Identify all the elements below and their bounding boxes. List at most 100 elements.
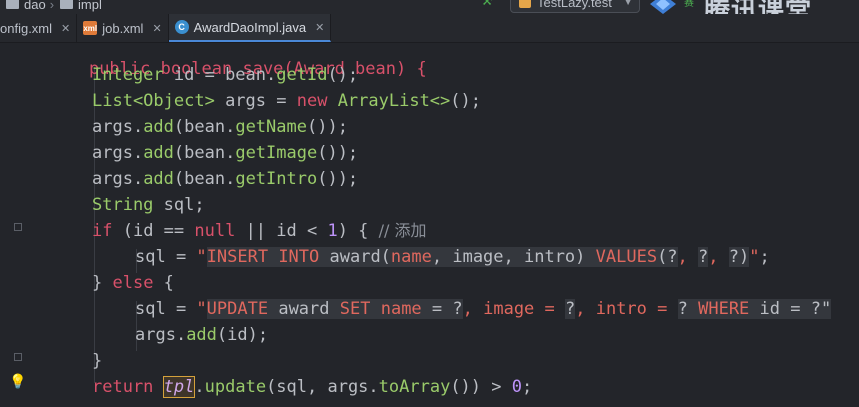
run-configuration-selector[interactable]: TestLazy.test ▼: [510, 0, 640, 13]
code-token-sql-keyword: INSERT INTO: [206, 247, 320, 267]
code-token-string: ": [749, 247, 760, 267]
code-token-keyword: else: [112, 273, 154, 293]
code-token-method: getIntro: [235, 169, 318, 189]
code-token-sql-keyword: UPDATE: [206, 299, 269, 319]
code-token: ();: [450, 91, 481, 111]
code-token: ();: [327, 65, 359, 85]
breadcrumb-separator: ›: [49, 0, 55, 12]
navigation-bar: dao › impl ⚒ TestLazy.test ▼ 赛 腾讯课堂: [0, 0, 859, 14]
code-token: (id);: [216, 325, 269, 345]
code-line: String sql;: [92, 192, 205, 218]
code-token-sql: ?: [565, 299, 576, 319]
code-token: ());: [317, 169, 359, 189]
code-line: List<Object> args = new ArrayList<>();: [92, 88, 481, 114]
code-token: ) {: [337, 221, 379, 241]
code-token-sql: [687, 299, 699, 319]
fold-marker-icon[interactable]: [14, 223, 22, 231]
code-token-method: getName: [235, 117, 307, 137]
breadcrumb-impl[interactable]: impl: [78, 0, 102, 12]
breadcrumb: dao › impl: [0, 0, 102, 13]
code-token-sql: ?: [452, 299, 463, 319]
code-token-type: String: [92, 195, 154, 215]
code-token-method: update: [204, 377, 267, 397]
code-token-sql: =: [421, 299, 453, 319]
code-token-string: , intro =: [575, 299, 678, 319]
code-token: args.: [92, 143, 144, 163]
code-token-string: , image =: [462, 299, 565, 319]
code-token-method: add: [143, 169, 174, 189]
code-token-method: getImage: [235, 143, 318, 163]
watermark-text: 腾讯课堂: [704, 0, 812, 14]
code-token: ());: [317, 143, 359, 163]
code-token-string: ": [196, 299, 207, 319]
code-token-sql: ?: [677, 299, 688, 319]
code-token-string: ,: [677, 247, 699, 267]
code-editor[interactable]: public boolean save(Award bean) { Intege…: [0, 43, 859, 407]
code-token-keyword: null: [194, 221, 236, 241]
lightbulb-icon[interactable]: 💡: [9, 374, 26, 390]
code-line: args.add(bean.getIntro());: [92, 166, 358, 192]
code-token-sql-keyword: WHERE: [698, 299, 750, 319]
code-token-sql: ?: [698, 247, 709, 267]
code-token-sql: [370, 299, 381, 319]
code-token: (id ==: [112, 221, 195, 241]
breadcrumb-dao[interactable]: dao: [24, 0, 46, 12]
tencent-classroom-watermark: 赛 腾讯课堂: [644, 0, 859, 14]
code-token: id = bean.: [163, 65, 277, 85]
code-token-sql: id =: [749, 299, 811, 319]
code-token: args =: [214, 91, 297, 111]
code-token-sql: (?: [657, 247, 678, 267]
code-token-number: 0: [511, 377, 522, 397]
fold-marker-icon[interactable]: [14, 353, 22, 361]
code-token: (bean.: [173, 117, 236, 137]
code-token-method: add: [186, 325, 217, 345]
code-token: (bean.: [173, 169, 236, 189]
code-token-sql: , image, intro): [431, 247, 596, 267]
code-token-sql: ?": [810, 299, 832, 319]
code-line: if (id == null || id < 1) { // 添加: [92, 218, 427, 244]
code-token: ;: [521, 377, 533, 397]
build-hammer-icon[interactable]: ⚒: [481, 0, 495, 9]
code-token-field-error[interactable]: tpl: [162, 376, 196, 398]
code-line: sql = "UPDATE award SET name = ?, image …: [135, 296, 832, 322]
code-token-sql: award: [268, 299, 340, 319]
code-line: args.add(bean.getImage());: [92, 140, 358, 166]
code-token-string: ,: [708, 247, 729, 267]
code-token-type: List<Object>: [92, 91, 215, 111]
code-token-sql: ?): [728, 247, 750, 267]
code-token: (sql, args.: [266, 377, 379, 397]
code-token-method: getId: [276, 65, 328, 85]
code-token: args.: [92, 169, 144, 189]
code-token-string: ": [196, 247, 207, 267]
code-line: sql = "INSERT INTO award(name, image, in…: [135, 244, 770, 270]
code-token: args.: [92, 117, 144, 137]
code-token: || id <: [235, 221, 328, 241]
code-line: Integer id = bean.getId();: [92, 62, 358, 88]
code-token-type: ArrayList<>: [337, 91, 451, 111]
code-line: args.add(bean.getName());: [92, 114, 348, 140]
code-token: (bean.: [173, 143, 236, 163]
code-token: ());: [306, 117, 348, 137]
folder-icon: [60, 0, 74, 9]
code-token-comment: // 添加: [378, 221, 427, 240]
code-line-method-signature: public boolean save(Award bean) {: [48, 30, 427, 79]
tab-label: onfig.xml: [0, 20, 53, 36]
code-token: }: [92, 351, 103, 371]
code-token: ()) >: [450, 377, 512, 397]
code-token: .: [194, 377, 205, 397]
code-token-method: add: [143, 117, 174, 137]
code-token-method: toArray: [378, 377, 451, 397]
code-token-sql-keyword: name: [390, 247, 432, 267]
code-token: ;: [759, 247, 770, 267]
code-token-keyword: new: [296, 91, 328, 111]
code-token: }: [92, 273, 113, 293]
code-token: sql =: [135, 247, 197, 267]
code-token-sql-keyword: SET: [339, 299, 371, 319]
code-token-sql-keyword: name: [380, 299, 422, 319]
chevron-down-icon: ▼: [623, 0, 633, 8]
watermark-small-text: 赛: [684, 0, 694, 9]
run-configuration-label: TestLazy.test: [537, 0, 612, 10]
code-token-method: add: [143, 143, 174, 163]
run-config-icon: [519, 0, 531, 8]
